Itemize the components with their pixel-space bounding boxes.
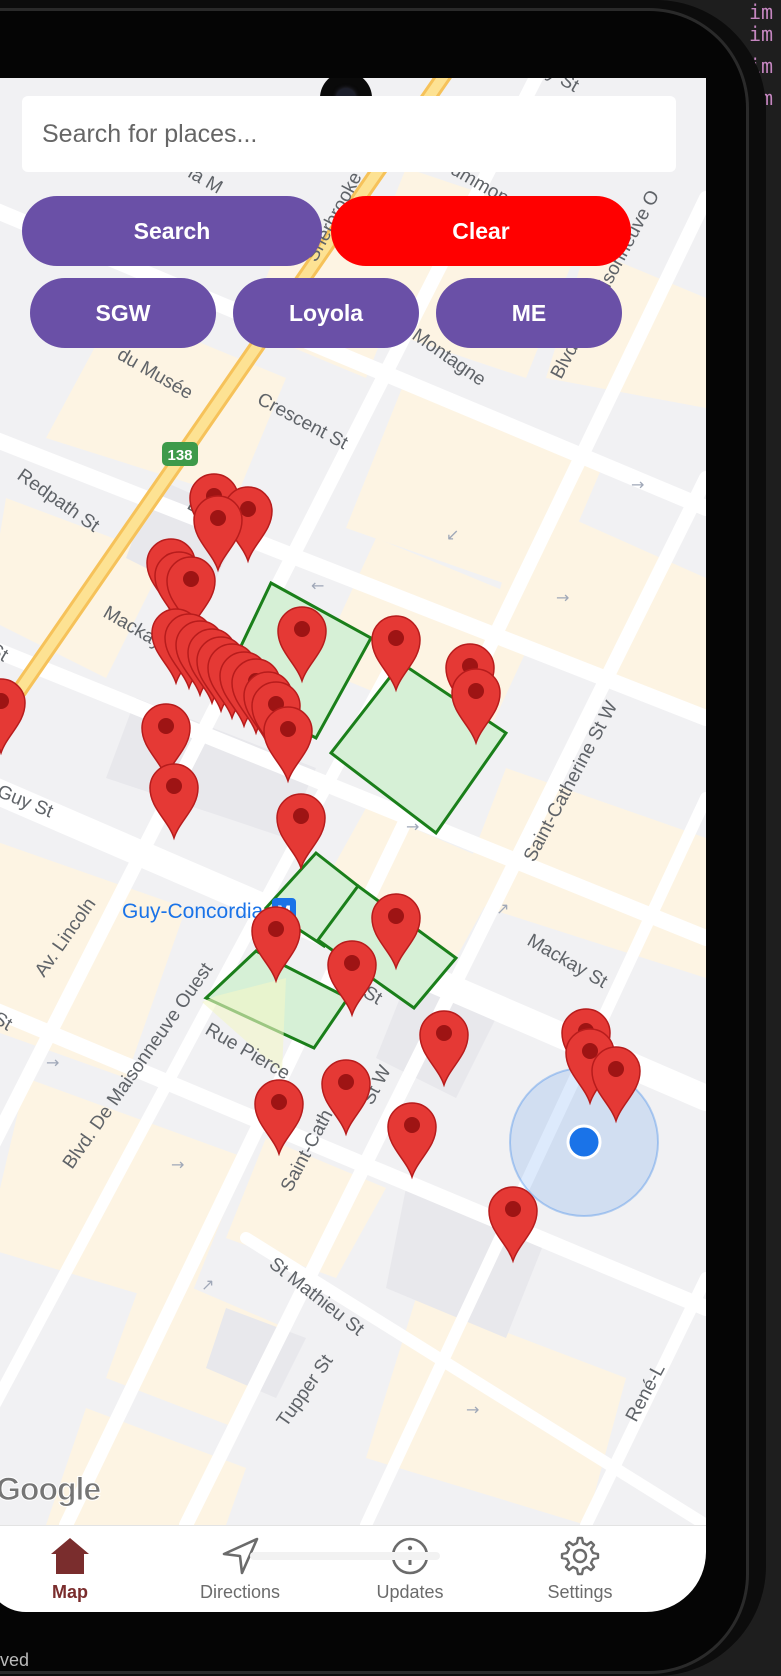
- svg-text:→: →: [466, 1400, 479, 1419]
- svg-text:→: →: [406, 817, 419, 836]
- loyola-campus-button[interactable]: Loyola: [233, 278, 419, 348]
- nav-item-directions[interactable]: Directions: [160, 1526, 320, 1612]
- editor-status-text: ved: [0, 1650, 30, 1670]
- nav-label: Updates: [376, 1582, 444, 1602]
- svg-text:←: ←: [311, 576, 324, 595]
- svg-text:→: →: [556, 588, 569, 607]
- home-indicator[interactable]: [250, 1552, 440, 1560]
- svg-text:→: →: [171, 1155, 184, 1174]
- google-logo: Google: [0, 1471, 102, 1508]
- nav-label: Directions: [199, 1582, 281, 1602]
- bottom-navigation: Map Directions Updates Settings: [0, 1525, 706, 1612]
- svg-text:→: →: [46, 1053, 59, 1072]
- highway-shield-label: 138: [167, 447, 192, 464]
- search-bar[interactable]: [22, 96, 676, 172]
- phone-body: 138 ← ↙ → ↗ → → → ↗ → → Crescent St Redp…: [0, 0, 766, 1676]
- app-screen: 138 ← ↙ → ↗ → → → ↗ → → Crescent St Redp…: [0, 78, 706, 1612]
- sgw-campus-button[interactable]: SGW: [30, 278, 216, 348]
- svg-text:↙: ↙: [446, 525, 459, 544]
- svg-text:↗: ↗: [496, 899, 509, 918]
- nav-item-settings[interactable]: Settings: [500, 1526, 660, 1612]
- nav-label: Settings: [547, 1582, 613, 1602]
- svg-text:→: →: [631, 475, 644, 494]
- clear-button[interactable]: Clear: [331, 196, 631, 266]
- svg-text:↗: ↗: [201, 1275, 214, 1294]
- my-location-button[interactable]: ME: [436, 278, 622, 348]
- map-view[interactable]: 138 ← ↙ → ↗ → → → ↗ → → Crescent St Redp…: [0, 78, 706, 1525]
- home-icon: [48, 1534, 92, 1578]
- user-location-dot: [566, 1124, 602, 1160]
- nav-label: Map: [52, 1582, 88, 1602]
- nav-item-map[interactable]: Map: [0, 1526, 150, 1612]
- search-button[interactable]: Search: [22, 196, 322, 266]
- gear-icon: [558, 1534, 602, 1578]
- metro-station-label: Guy-Concordia: [122, 900, 264, 923]
- nav-item-updates[interactable]: Updates: [330, 1526, 490, 1612]
- search-input[interactable]: [40, 118, 676, 150]
